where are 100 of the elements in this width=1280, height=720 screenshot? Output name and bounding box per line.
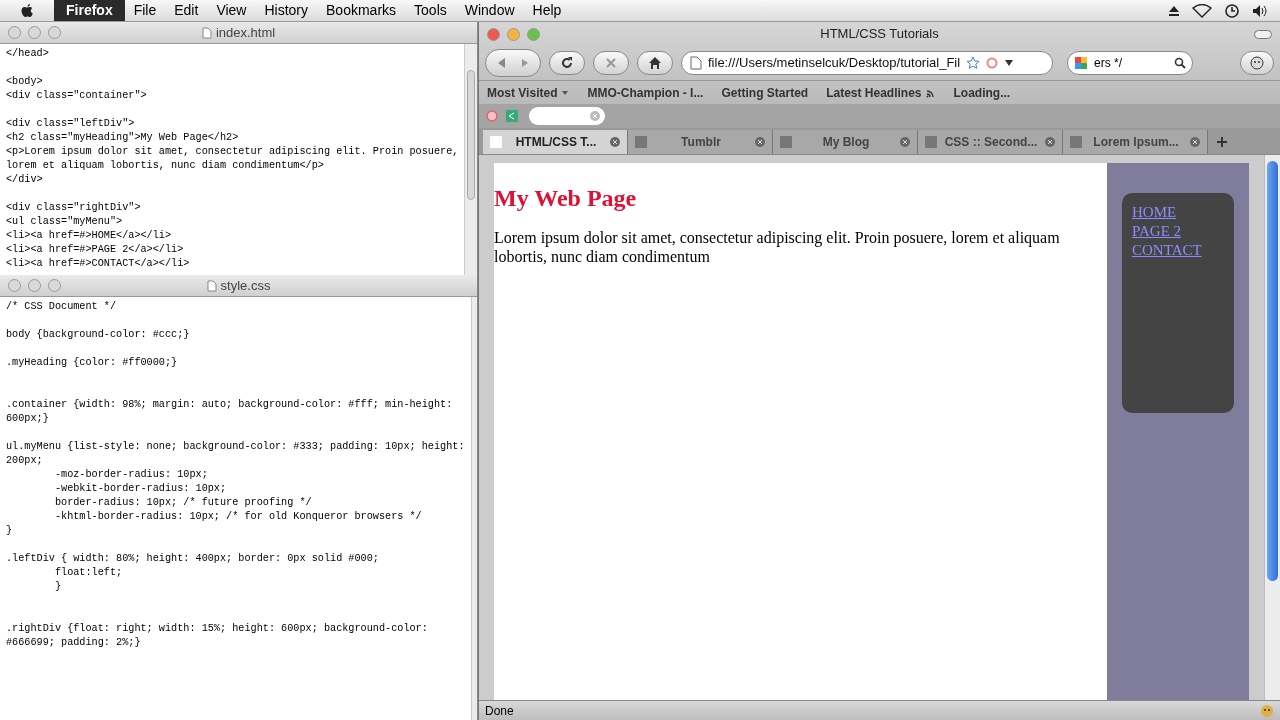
code-line: .rightDiv {float: right; width: 15%; height: 600px; background-color:: [6, 622, 428, 636]
close-icon: [754, 136, 766, 148]
bookmark-link[interactable]: Loading...: [953, 83, 1011, 102]
reload-icon: [560, 56, 574, 70]
zoom-button[interactable]: [48, 26, 61, 39]
home-icon: [648, 56, 662, 70]
code-line: </div>: [6, 173, 43, 187]
clear-icon: [589, 110, 601, 122]
code-line: <p>Lorem ipsum dolor sit amet, consectetur adipiscing elit. Proin posuere,: [6, 145, 459, 159]
code-line: <div class="rightDiv">: [6, 201, 141, 215]
close-icon: [609, 136, 621, 148]
close-button[interactable]: [8, 279, 21, 292]
menu-item[interactable]: Window: [455, 0, 524, 21]
close-icon: [1189, 136, 1201, 148]
status-text: Done: [485, 702, 515, 720]
close-icon: [605, 57, 617, 69]
apple-logo-icon: [20, 2, 34, 19]
code-line: <li><a href=#>HOME</a></li>: [6, 229, 172, 243]
home-button[interactable]: [637, 51, 673, 75]
menu-item[interactable]: Edit: [165, 0, 208, 21]
favicon-icon: [634, 135, 648, 149]
browser-tab[interactable]: Lorem Ipsum...: [1063, 130, 1208, 154]
star-icon: [966, 56, 981, 70]
code-line: /* CSS Document */: [6, 300, 117, 314]
eject-icon: [1168, 4, 1180, 17]
back-forward-button[interactable]: [485, 49, 541, 77]
document-icon: [206, 279, 217, 292]
favicon-icon: [1069, 135, 1083, 149]
window-title: style.css: [220, 276, 271, 295]
close-icon: [1044, 136, 1056, 148]
code-line: <body>: [6, 75, 43, 89]
window-title: index.html: [215, 23, 276, 42]
code-line: <ul class="myMenu">: [6, 215, 123, 229]
menu-item[interactable]: File: [124, 0, 166, 21]
page-paragraph: Lorem ipsum dolor sit amet, consectetur adipiscing elit. Proin posuere, lorem et aliquam lobortis, nunc diam condimentum: [494, 228, 1061, 266]
search-engine-icon: [1074, 56, 1088, 70]
menu-item[interactable]: Tools: [405, 0, 456, 21]
minimize-button[interactable]: [28, 279, 41, 292]
code-line: #666699; padding: 2%;}: [6, 636, 141, 650]
zoom-button[interactable]: [527, 27, 540, 41]
code-line: border-radius: 10px; /* future proofing */: [53, 496, 312, 510]
monkey-face-icon: [1249, 55, 1265, 71]
code-line: }: [53, 580, 62, 594]
code-line: }: [6, 524, 13, 538]
toolbar-search-field[interactable]: [529, 107, 605, 125]
clock-icon: [1224, 2, 1240, 19]
close-button[interactable]: [8, 26, 21, 39]
ring-icon: [986, 57, 999, 69]
page-icon: [690, 56, 702, 70]
bookmark-link[interactable]: Latest Headlines: [826, 83, 936, 102]
toolbar-toggle-button[interactable]: [1254, 29, 1272, 39]
code-line: -webkit-border-radius: 10px;: [53, 482, 227, 496]
stop-button[interactable]: [593, 51, 629, 75]
reload-button[interactable]: [549, 51, 585, 75]
close-button[interactable]: [487, 27, 500, 41]
wifi-icon: [1192, 3, 1212, 18]
volume-icon: [1252, 3, 1268, 18]
app-menu[interactable]: Firefox: [54, 0, 125, 21]
code-line: -khtml-border-radius: 10px; /* for old Konqueror browsers */: [53, 510, 422, 524]
bookmark-link[interactable]: Getting Started: [721, 83, 809, 102]
monkey-face-icon: [1260, 703, 1274, 718]
browser-tab[interactable]: Tumblr: [628, 130, 773, 154]
menu-item[interactable]: View: [207, 0, 256, 21]
browser-tab[interactable]: CSS :: Second...: [918, 130, 1063, 154]
window-title: HTML/CSS Tutorials: [820, 25, 939, 44]
addon-button[interactable]: [1240, 51, 1274, 75]
share-icon: [505, 109, 519, 123]
menu-item[interactable]: Bookmarks: [317, 0, 406, 21]
code-line: <li><a href=#>PAGE 2</a></li>: [6, 243, 184, 257]
code-line: .container {width: 98%; margin: auto; background-color: #fff; min-height:: [6, 398, 453, 412]
close-icon: [899, 136, 911, 148]
url-field[interactable]: file:///Users/metinselcuk/Desktop/tutorial_Fil: [681, 51, 1053, 75]
code-line: float:left;: [53, 566, 123, 580]
code-line: <li><a href=#>CONTACT</a></li>: [6, 257, 190, 271]
code-line: <div class="leftDiv">: [6, 117, 135, 131]
code-line: .leftDiv { width: 80%; height: 400px; border: 0px solid #000;: [6, 552, 379, 566]
caret-icon: [561, 89, 570, 96]
menu-item[interactable]: History: [255, 0, 318, 21]
search-icon: [1174, 57, 1186, 69]
browser-tab[interactable]: My Blog: [773, 130, 918, 154]
bookmark-menu[interactable]: Most Visited: [487, 83, 570, 102]
menu-item[interactable]: Help: [523, 0, 571, 21]
plus-icon: [1216, 136, 1228, 148]
code-line: -moz-border-radius: 10px;: [53, 468, 208, 482]
dropdown-caret-icon: [1004, 59, 1015, 67]
code-line: 600px;}: [6, 412, 49, 426]
bookmark-link[interactable]: MMO-Champion - I...: [587, 83, 704, 102]
circle-icon: [485, 109, 499, 123]
browser-tab[interactable]: HTML/CSS T...: [483, 130, 628, 154]
favicon-icon: [924, 135, 938, 149]
code-line: lorem et aliquam lobortis, nunc diam condimentum</p>: [6, 159, 324, 173]
minimize-button[interactable]: [507, 27, 520, 41]
page-heading: My Web Page: [494, 184, 637, 213]
code-line: .myHeading {color: #ff0000;}: [6, 356, 178, 370]
minimize-button[interactable]: [28, 26, 41, 39]
code-line: </head>: [6, 47, 49, 61]
zoom-button[interactable]: [48, 279, 61, 292]
code-line: body {background-color: #ccc;}: [6, 328, 190, 342]
feed-icon: [925, 87, 936, 98]
search-field[interactable]: ers */: [1067, 51, 1193, 75]
